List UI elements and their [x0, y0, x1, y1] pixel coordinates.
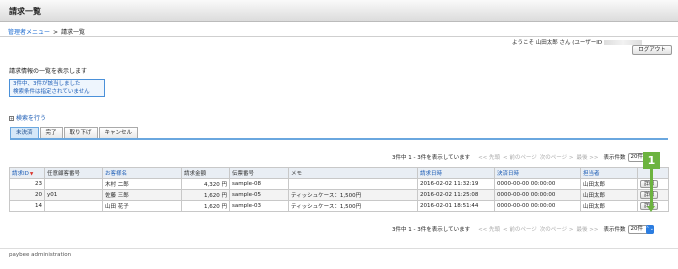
pager-bottom: 3件中 1 - 3件を表示しています << 先頭 < 前のページ 次のページ >…	[392, 224, 654, 234]
column-header-action	[637, 167, 669, 179]
tab-unpaid[interactable]: 未決済	[10, 127, 39, 138]
cell-paid-at: 0000-00-00 00:00:00	[494, 189, 581, 201]
welcome-text: ようこそ 山田太郎 さん (ユーザーID	[512, 40, 603, 46]
pager-top: 3件中 1 - 3件を表示しています << 先頭 < 前のページ 次のページ >…	[392, 152, 654, 162]
tab-cancelled[interactable]: キャンセル	[98, 127, 139, 138]
cell-billed-at: 2016-02-01 18:51:44	[417, 200, 495, 212]
pager-last-link[interactable]: 最後 >>	[577, 225, 599, 233]
sort-desc-icon: ▼	[29, 172, 34, 177]
callout-arrow-line	[650, 169, 653, 209]
cell-staff: 山田太郎	[580, 178, 638, 190]
column-header-memo: メモ	[288, 167, 418, 179]
status-tabs: 未決済 完了 取り下げ キャンセル	[10, 127, 139, 138]
cell-customer-name: 山田 花子	[102, 200, 182, 212]
pager-next-link[interactable]: 次のページ >	[540, 225, 574, 233]
pager-info: 3件中 1 - 3件を表示しています	[392, 155, 471, 161]
cell-amount: 4,320 円	[181, 178, 230, 190]
cell-billed-at: 2016-02-02 11:32:19	[417, 178, 495, 190]
detail-button[interactable]: 詳細	[640, 191, 658, 199]
callout-number-badge: 1	[643, 152, 660, 169]
column-header-customer-name[interactable]: お客様名	[102, 167, 182, 179]
cell-memo: ティッシュケース：1,500円	[288, 200, 418, 212]
tab-completed[interactable]: 完了	[39, 127, 63, 138]
per-page-label: 表示件数	[603, 227, 626, 233]
detail-button[interactable]: 詳細	[640, 180, 658, 188]
table-row: 23 木村 二郎 4,320 円 sample-08 2016-02-02 11…	[9, 178, 669, 190]
cell-customer-no: y01	[44, 189, 103, 201]
footer-divider	[0, 248, 678, 249]
cell-customer-name: 佐藤 三郎	[102, 189, 182, 201]
cell-action: 詳細	[637, 178, 669, 190]
cell-billed-at: 2016-02-02 11:25:08	[417, 189, 495, 201]
column-header-staff[interactable]: 担当者	[580, 167, 638, 179]
billing-table: 請求ID▼ 任意顧客番号 お客様名 請求金額 伝票番号 メモ 請求日時 決済日時…	[9, 167, 669, 212]
column-header-paid-at[interactable]: 決済日時	[494, 167, 581, 179]
cell-customer-no	[44, 200, 103, 212]
billing-table-container: 請求ID▼ 任意顧客番号 お客様名 請求金額 伝票番号 メモ 請求日時 決済日時…	[9, 167, 669, 212]
callout-arrow-icon	[647, 206, 655, 212]
breadcrumb: 管理者メニュー > 請求一覧	[8, 27, 85, 36]
page-description: 請求情報の一覧を表示します	[9, 68, 88, 75]
cell-slip-no: sample-03	[229, 200, 289, 212]
cell-action: 詳細	[637, 189, 669, 201]
tab-underline	[10, 138, 668, 140]
cell-memo: ティッシュケース：1,500円	[288, 189, 418, 201]
column-header-amount: 請求金額	[181, 167, 230, 179]
select-chevron-icon: ⌃⌄	[645, 224, 654, 234]
tab-withdrawn[interactable]: 取り下げ	[63, 127, 98, 138]
cell-customer-no	[44, 178, 103, 190]
welcome-message: ようこそ 山田太郎 さん (ユーザーID	[512, 38, 643, 46]
breadcrumb-admin-menu-link[interactable]: 管理者メニュー	[8, 29, 50, 36]
column-header-billing-id-label: 請求ID	[12, 171, 29, 177]
breadcrumb-separator: >	[53, 29, 59, 36]
pager-first-link[interactable]: << 先頭	[478, 153, 500, 161]
notice-line-conditions: 検索条件は指定されていません	[13, 88, 90, 95]
search-toggle-link[interactable]: + 検索を行う	[9, 113, 46, 122]
column-header-slip-no: 伝票番号	[229, 167, 289, 179]
table-row: 20 y01 佐藤 三郎 1,620 円 sample-05 ティッシュケース：…	[9, 189, 669, 201]
per-page-select[interactable]: 20件 ⌃⌄	[627, 224, 654, 234]
pager-prev-link[interactable]: < 前のページ	[503, 153, 537, 161]
column-header-customer-no: 任意顧客番号	[44, 167, 103, 179]
per-page-value: 20件	[630, 153, 644, 160]
search-result-notice: 3件中、3件が該当しました 検索条件は指定されていません	[9, 79, 105, 97]
expand-plus-icon: +	[9, 116, 14, 121]
cell-amount: 1,620 円	[181, 200, 230, 212]
cell-billing-id: 14	[9, 200, 45, 212]
pager-next-link[interactable]: 次のページ >	[540, 153, 574, 161]
cell-amount: 1,620 円	[181, 189, 230, 201]
table-row: 14 山田 花子 1,620 円 sample-03 ティッシュケース：1,50…	[9, 200, 669, 212]
pager-first-link[interactable]: << 先頭	[478, 225, 500, 233]
per-page-label: 表示件数	[603, 155, 626, 161]
cell-memo	[288, 178, 418, 190]
footer-text: paybee administration	[9, 252, 72, 258]
search-toggle-label: 検索を行う	[16, 115, 47, 122]
pager-last-link[interactable]: 最後 >>	[577, 153, 599, 161]
per-page-value: 20件	[630, 225, 644, 232]
column-header-billed-at[interactable]: 請求日時	[417, 167, 495, 179]
page-title: 請求一覧	[9, 7, 41, 16]
cell-billing-id: 23	[9, 178, 45, 190]
column-header-billing-id[interactable]: 請求ID▼	[9, 167, 45, 179]
logout-button[interactable]: ログアウト	[632, 45, 672, 55]
table-header-row: 請求ID▼ 任意顧客番号 お客様名 請求金額 伝票番号 メモ 請求日時 決済日時…	[9, 167, 669, 179]
header-divider	[0, 36, 678, 37]
cell-staff: 山田太郎	[580, 189, 638, 201]
cell-paid-at: 0000-00-00 00:00:00	[494, 200, 581, 212]
title-bar: 請求一覧	[0, 0, 678, 22]
cell-slip-no: sample-05	[229, 189, 289, 201]
pager-prev-link[interactable]: < 前のページ	[503, 225, 537, 233]
cell-staff: 山田太郎	[580, 200, 638, 212]
notice-line-result: 3件中、3件が該当しました	[13, 81, 81, 87]
cell-billing-id: 20	[9, 189, 45, 201]
breadcrumb-current: 請求一覧	[61, 29, 86, 36]
cell-slip-no: sample-08	[229, 178, 289, 190]
pager-info: 3件中 1 - 3件を表示しています	[392, 227, 471, 233]
cell-customer-name: 木村 二郎	[102, 178, 182, 190]
cell-paid-at: 0000-00-00 00:00:00	[494, 178, 581, 190]
